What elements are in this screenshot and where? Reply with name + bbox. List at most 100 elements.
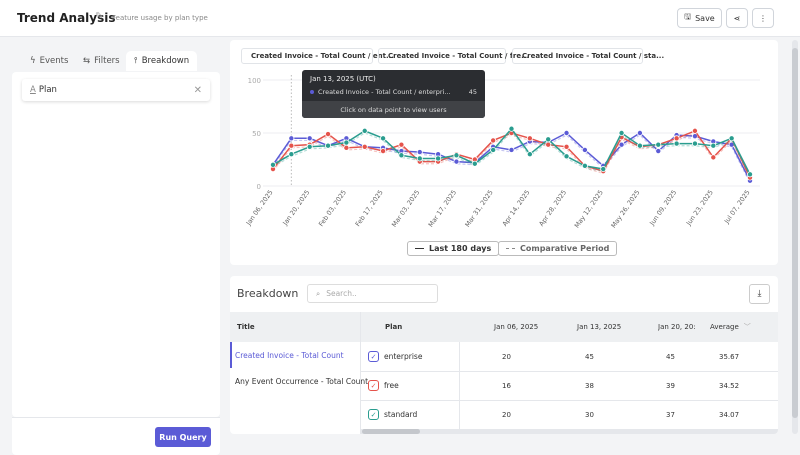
tab-breakdown[interactable]: ⫯ Breakdown xyxy=(126,51,198,71)
breakdown-card: A Plan ✕ xyxy=(12,72,220,417)
column-header-average[interactable]: Average ﹀ xyxy=(710,312,751,342)
data-point[interactable] xyxy=(563,130,570,137)
tooltip-value: 45 xyxy=(468,88,477,96)
value-cell: 38 xyxy=(585,381,594,390)
data-point[interactable] xyxy=(508,125,515,132)
data-point[interactable] xyxy=(655,148,662,155)
title-row-any-event[interactable]: Any Event Occurrence - Total Count xyxy=(235,368,368,394)
data-point[interactable] xyxy=(343,139,350,146)
column-header-date[interactable]: Jan 20, 20: xyxy=(658,312,700,342)
chevron-down-icon: ﹀ xyxy=(743,323,751,331)
value-cell: 20 xyxy=(502,352,511,361)
data-point[interactable] xyxy=(563,153,570,160)
data-point[interactable] xyxy=(545,141,552,148)
data-point[interactable] xyxy=(563,143,570,150)
x-tick-label: May 12, 2025 xyxy=(573,189,605,230)
title-row-created-invoice[interactable]: Created Invoice - Total Count xyxy=(235,342,344,368)
horizontal-scrollbar[interactable] xyxy=(360,429,778,434)
data-point[interactable] xyxy=(490,137,497,144)
data-point[interactable] xyxy=(636,130,643,137)
tab-label: Filters xyxy=(94,56,120,66)
data-point[interactable] xyxy=(526,151,533,158)
data-point[interactable] xyxy=(288,142,295,149)
data-point[interactable] xyxy=(710,154,717,161)
data-point[interactable] xyxy=(325,142,332,149)
edit-pencil-icon[interactable]: ✎ xyxy=(95,11,103,22)
data-point[interactable] xyxy=(545,136,552,143)
data-point[interactable] xyxy=(600,166,607,173)
save-button[interactable]: 🖫 Save xyxy=(677,8,722,28)
data-point[interactable] xyxy=(453,152,460,159)
data-point[interactable] xyxy=(655,141,662,148)
data-point[interactable] xyxy=(471,160,478,167)
column-header-date[interactable]: Jan 06, 2025 xyxy=(494,312,538,342)
data-point[interactable] xyxy=(435,155,442,162)
tab-filters[interactable]: ⇆ Filters xyxy=(83,51,120,71)
breakdown-plan-field[interactable]: A Plan ✕ xyxy=(22,79,210,101)
x-tick-label: Jan 06, 2025 xyxy=(244,189,275,228)
table-row[interactable] xyxy=(360,400,778,401)
data-point[interactable] xyxy=(581,162,588,169)
run-query-button[interactable]: Run Query xyxy=(155,427,211,447)
data-point[interactable] xyxy=(710,142,717,149)
value-cell: 30 xyxy=(585,410,594,419)
data-point[interactable] xyxy=(416,155,423,162)
column-header-plan: Plan xyxy=(385,323,403,331)
table-row[interactable] xyxy=(360,371,778,372)
page-subtitle: Feature usage by plan type xyxy=(112,14,208,22)
data-point[interactable] xyxy=(636,142,643,149)
data-point[interactable] xyxy=(618,130,625,137)
x-tick-label: Jul 07, 2025 xyxy=(722,189,751,226)
data-point[interactable] xyxy=(673,135,680,142)
data-point[interactable] xyxy=(306,135,313,142)
page-scrollbar[interactable] xyxy=(792,40,798,434)
x-tick-label: Mar 31, 2025 xyxy=(463,189,494,229)
data-point[interactable] xyxy=(325,131,332,138)
data-point[interactable] xyxy=(398,152,405,159)
data-point[interactable] xyxy=(508,146,515,153)
value-cell: 39 xyxy=(666,381,675,390)
data-point[interactable] xyxy=(343,144,350,151)
more-options-button[interactable]: ⋮ xyxy=(752,8,774,28)
plan-cell[interactable]: ✓ enterprise xyxy=(368,342,422,371)
data-point[interactable] xyxy=(361,127,368,134)
data-point[interactable] xyxy=(306,143,313,150)
plan-cell[interactable]: ✓ free xyxy=(368,371,399,400)
data-point[interactable] xyxy=(526,135,533,142)
data-point[interactable] xyxy=(618,141,625,148)
data-point[interactable] xyxy=(416,149,423,156)
period-current-toggle[interactable]: Last 180 days xyxy=(407,241,500,256)
value-cell: 34.07 xyxy=(719,410,740,419)
checkbox-checked-icon[interactable]: ✓ xyxy=(368,380,379,391)
download-button[interactable]: ⤓ xyxy=(749,284,770,304)
data-point[interactable] xyxy=(728,135,735,142)
checkbox-checked-icon[interactable]: ✓ xyxy=(368,409,379,420)
breakdown-title: Breakdown xyxy=(237,287,299,300)
column-header-date[interactable]: Jan 13, 2025 xyxy=(577,312,621,342)
data-point[interactable] xyxy=(380,135,387,142)
search-input[interactable]: ⌕ Search.. xyxy=(307,284,438,303)
data-point[interactable] xyxy=(691,140,698,147)
data-point[interactable] xyxy=(691,127,698,134)
data-point[interactable] xyxy=(380,148,387,155)
data-point[interactable] xyxy=(398,141,405,148)
data-point[interactable] xyxy=(581,146,588,153)
data-point[interactable] xyxy=(673,140,680,147)
plan-cell[interactable]: ✓ standard xyxy=(368,400,417,429)
data-point[interactable] xyxy=(288,135,295,142)
data-point[interactable] xyxy=(453,158,460,165)
plan-label: free xyxy=(384,381,399,390)
data-point[interactable] xyxy=(361,143,368,150)
data-point[interactable] xyxy=(747,171,754,178)
share-button[interactable]: ⋖ xyxy=(726,8,748,28)
tab-events[interactable]: ϟ Events xyxy=(30,51,68,71)
breakdown-field-label: Plan xyxy=(38,85,57,95)
close-icon[interactable]: ✕ xyxy=(194,85,202,96)
checkbox-checked-icon[interactable]: ✓ xyxy=(368,351,379,362)
period-comparative-toggle[interactable]: Comparative Period xyxy=(498,241,618,256)
data-point[interactable] xyxy=(490,146,497,153)
value-cell: 16 xyxy=(502,381,511,390)
data-point[interactable] xyxy=(288,151,295,158)
data-point[interactable] xyxy=(270,161,277,168)
period-label: Last 180 days xyxy=(429,244,492,253)
